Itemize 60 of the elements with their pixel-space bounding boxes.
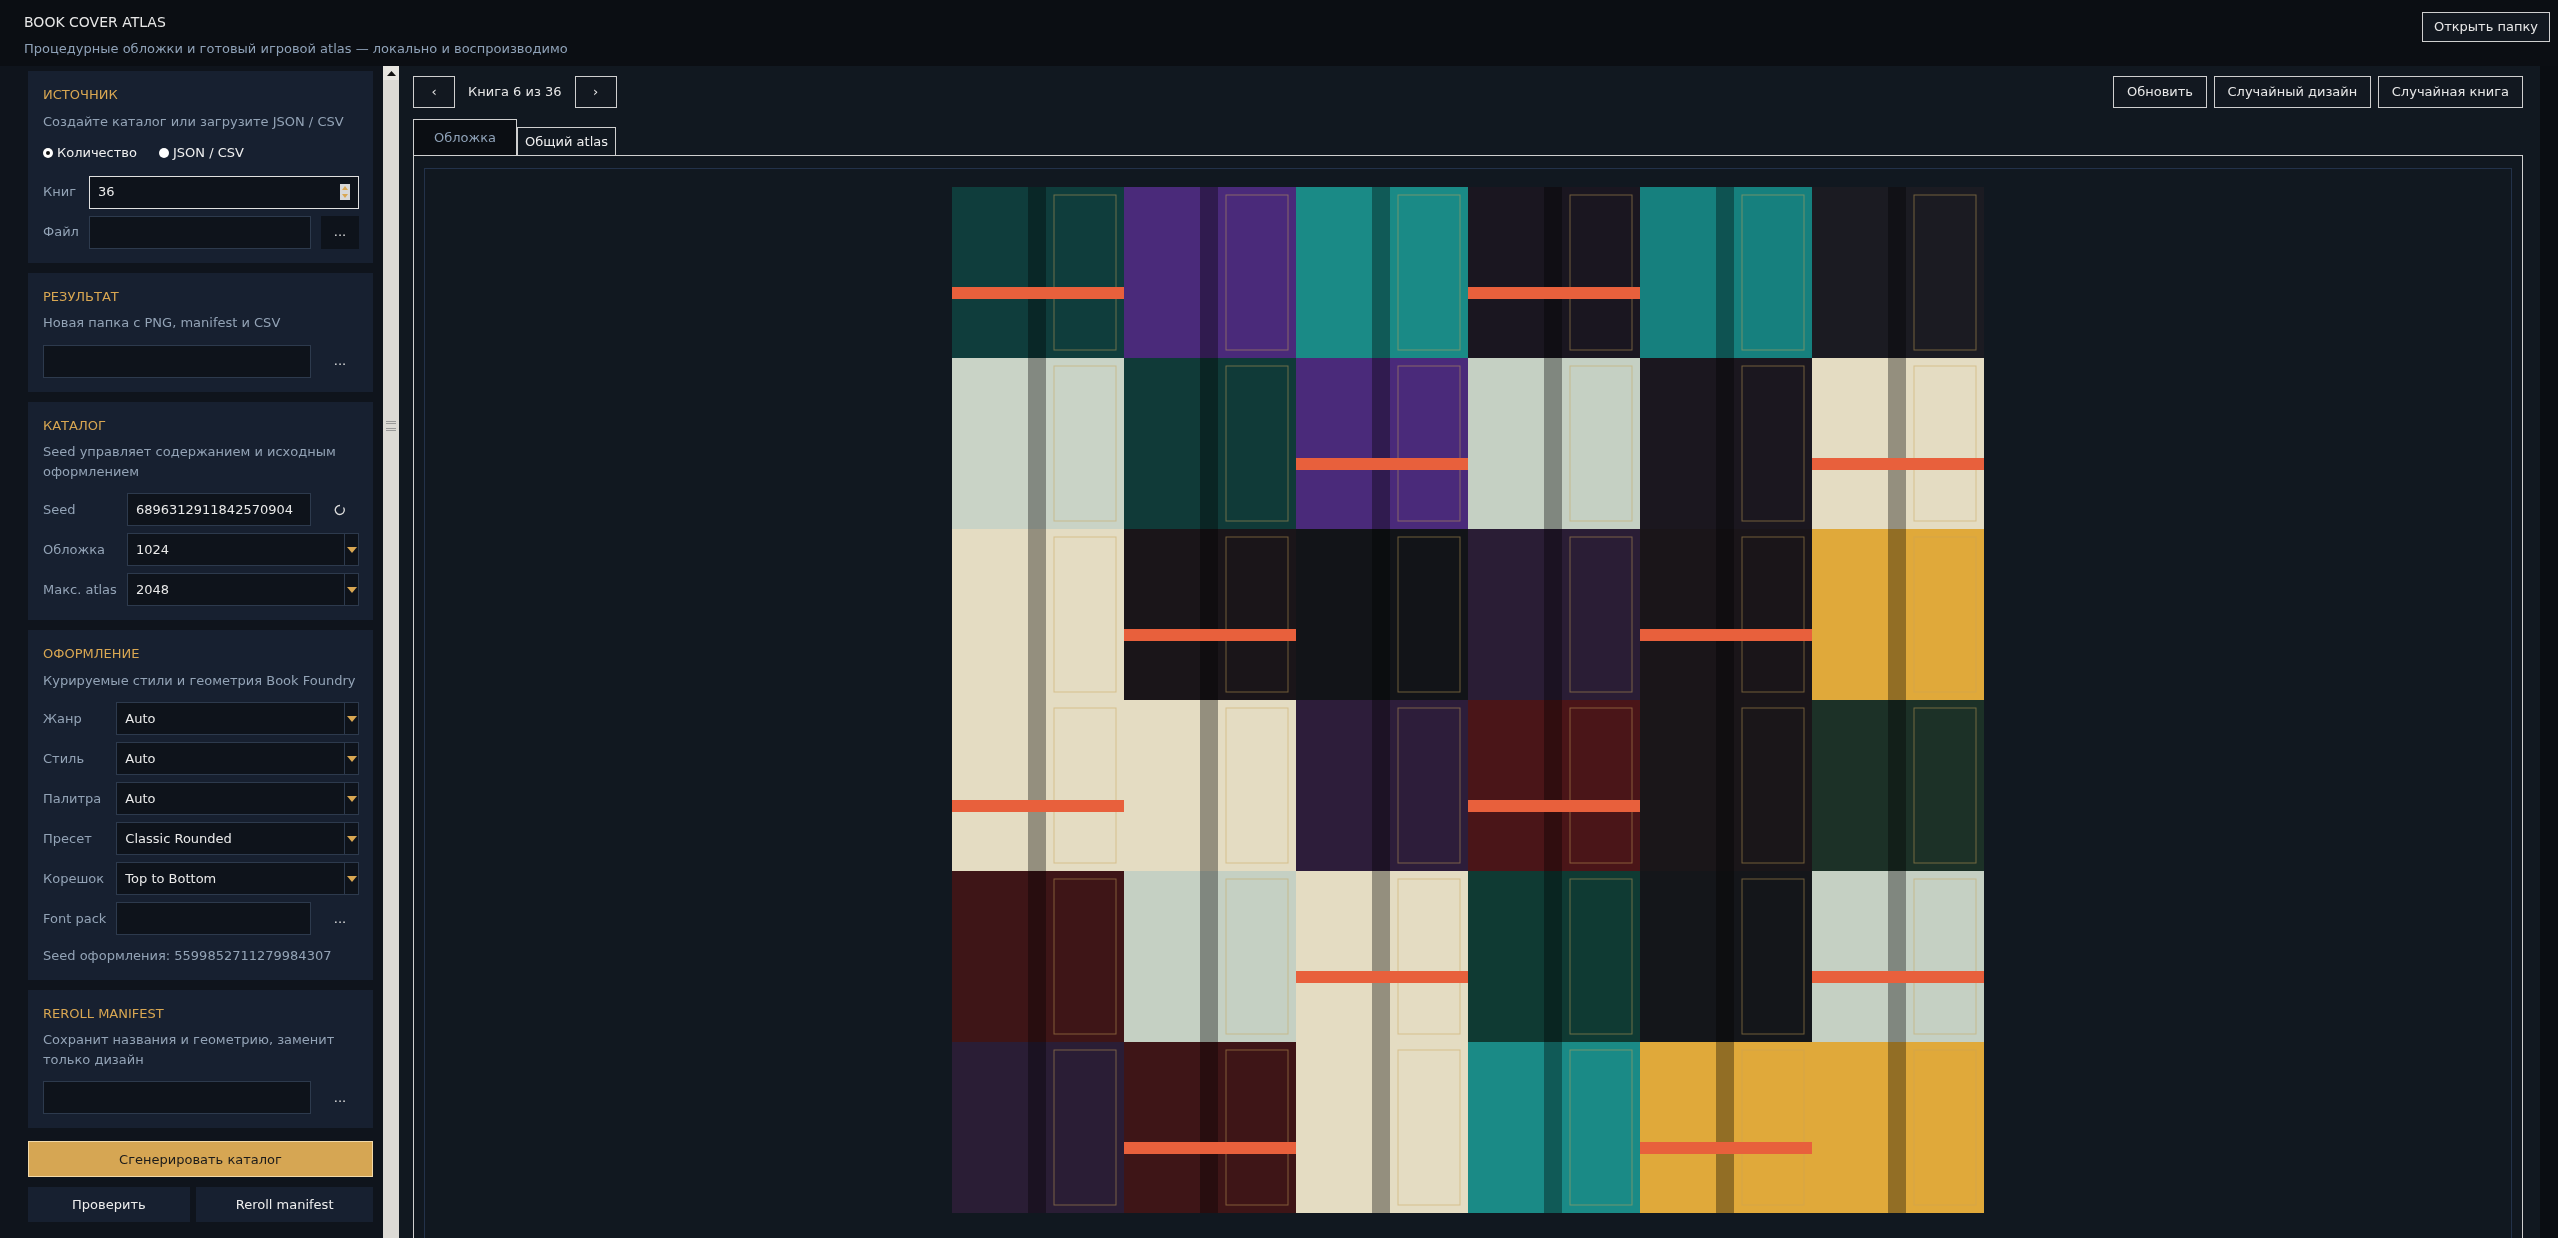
number-field[interactable]: 36 [88,175,359,209]
field-label: Макс. atlas [43,580,117,599]
refresh-icon[interactable] [334,503,346,516]
scroll-grip-icon[interactable] [386,421,396,431]
section-heading: ОФОРМЛЕНИЕ [43,645,141,663]
caret-icon [346,586,357,593]
generate-button[interactable]: Сгенерировать каталог [28,1141,373,1178]
caret-icon [346,875,357,882]
caret-icon [346,795,357,802]
field-label: Файл [43,223,79,242]
app-title: BOOK COVER ATLAS [24,13,167,32]
toolbar-button[interactable]: Случайная книга [2377,76,2523,108]
section-heading: КАТАЛОГ [43,416,107,435]
browse-button[interactable]: ... [321,902,359,935]
next-button[interactable]: › [574,76,617,108]
section-description: Новая папка с PNG, manifest и CSV [43,314,282,332]
design-seed-text: Seed оформления: 5599852711279984307 [43,947,333,965]
section-description: Создайте каталог или загрузите JSON / CSV [43,112,345,131]
section-description: Сохранит названия и геометрию, заменит только дизайн [43,1031,336,1069]
caret-icon [346,715,357,722]
field-label: Стиль [43,749,86,768]
path-field[interactable] [43,344,311,378]
open-folder-button[interactable]: Открыть папку [2421,12,2550,42]
field-label: Font pack [43,909,107,928]
field-label: Жанр [43,709,83,728]
path-field[interactable] [88,215,311,249]
field-label: Книг [43,183,77,202]
scrollbar[interactable] [383,66,399,1238]
field-label: Seed [43,500,77,519]
field-label: Обложка [43,540,107,559]
action-button[interactable]: Reroll manifest [196,1187,373,1223]
book-counter: Книга 6 из 36 [468,83,562,102]
section-heading: REROLL MANIFEST [43,1004,165,1023]
caret-icon [346,835,357,842]
app-subtitle: Процедурные обложки и готовый игровой atlas — локально и воспроизводимо [24,40,568,58]
section-description: Seed управляет содержанием и исходным оформлением [43,443,337,481]
tab[interactable]: Обложка [413,118,518,155]
toolbar-button[interactable]: Обновить [2112,76,2207,108]
spinner-arrows-icon[interactable] [340,184,350,200]
path-field[interactable] [116,902,311,935]
previous-button[interactable]: ‹ [413,76,455,108]
toolbar-button[interactable]: Случайный дизайн [2213,76,2372,108]
tab[interactable]: Общий atlas [517,126,616,155]
section-heading: РЕЗУЛЬТАТ [43,287,120,306]
field-label: Корешок [43,869,106,888]
action-button[interactable]: Проверить [28,1187,190,1223]
radio-option[interactable]: Количество [43,143,137,163]
caret-icon [346,546,357,553]
arrow-up-icon[interactable] [386,70,396,76]
field-label: Пресет [43,829,93,848]
caret-icon [346,755,357,762]
section-heading: ИСТОЧНИК [43,86,119,104]
path-field[interactable] [43,1081,311,1114]
seed-field[interactable]: 6896312911842570904 [126,493,311,526]
browse-button[interactable]: ... [321,1081,359,1114]
browse-button[interactable]: ... [321,344,359,378]
radio-option[interactable]: JSON / CSV [158,143,244,163]
section-description: Курируемые стили и геометрия Book Foundry [43,671,357,690]
browse-button[interactable]: ... [321,215,359,249]
field-label: Палитра [43,789,103,808]
